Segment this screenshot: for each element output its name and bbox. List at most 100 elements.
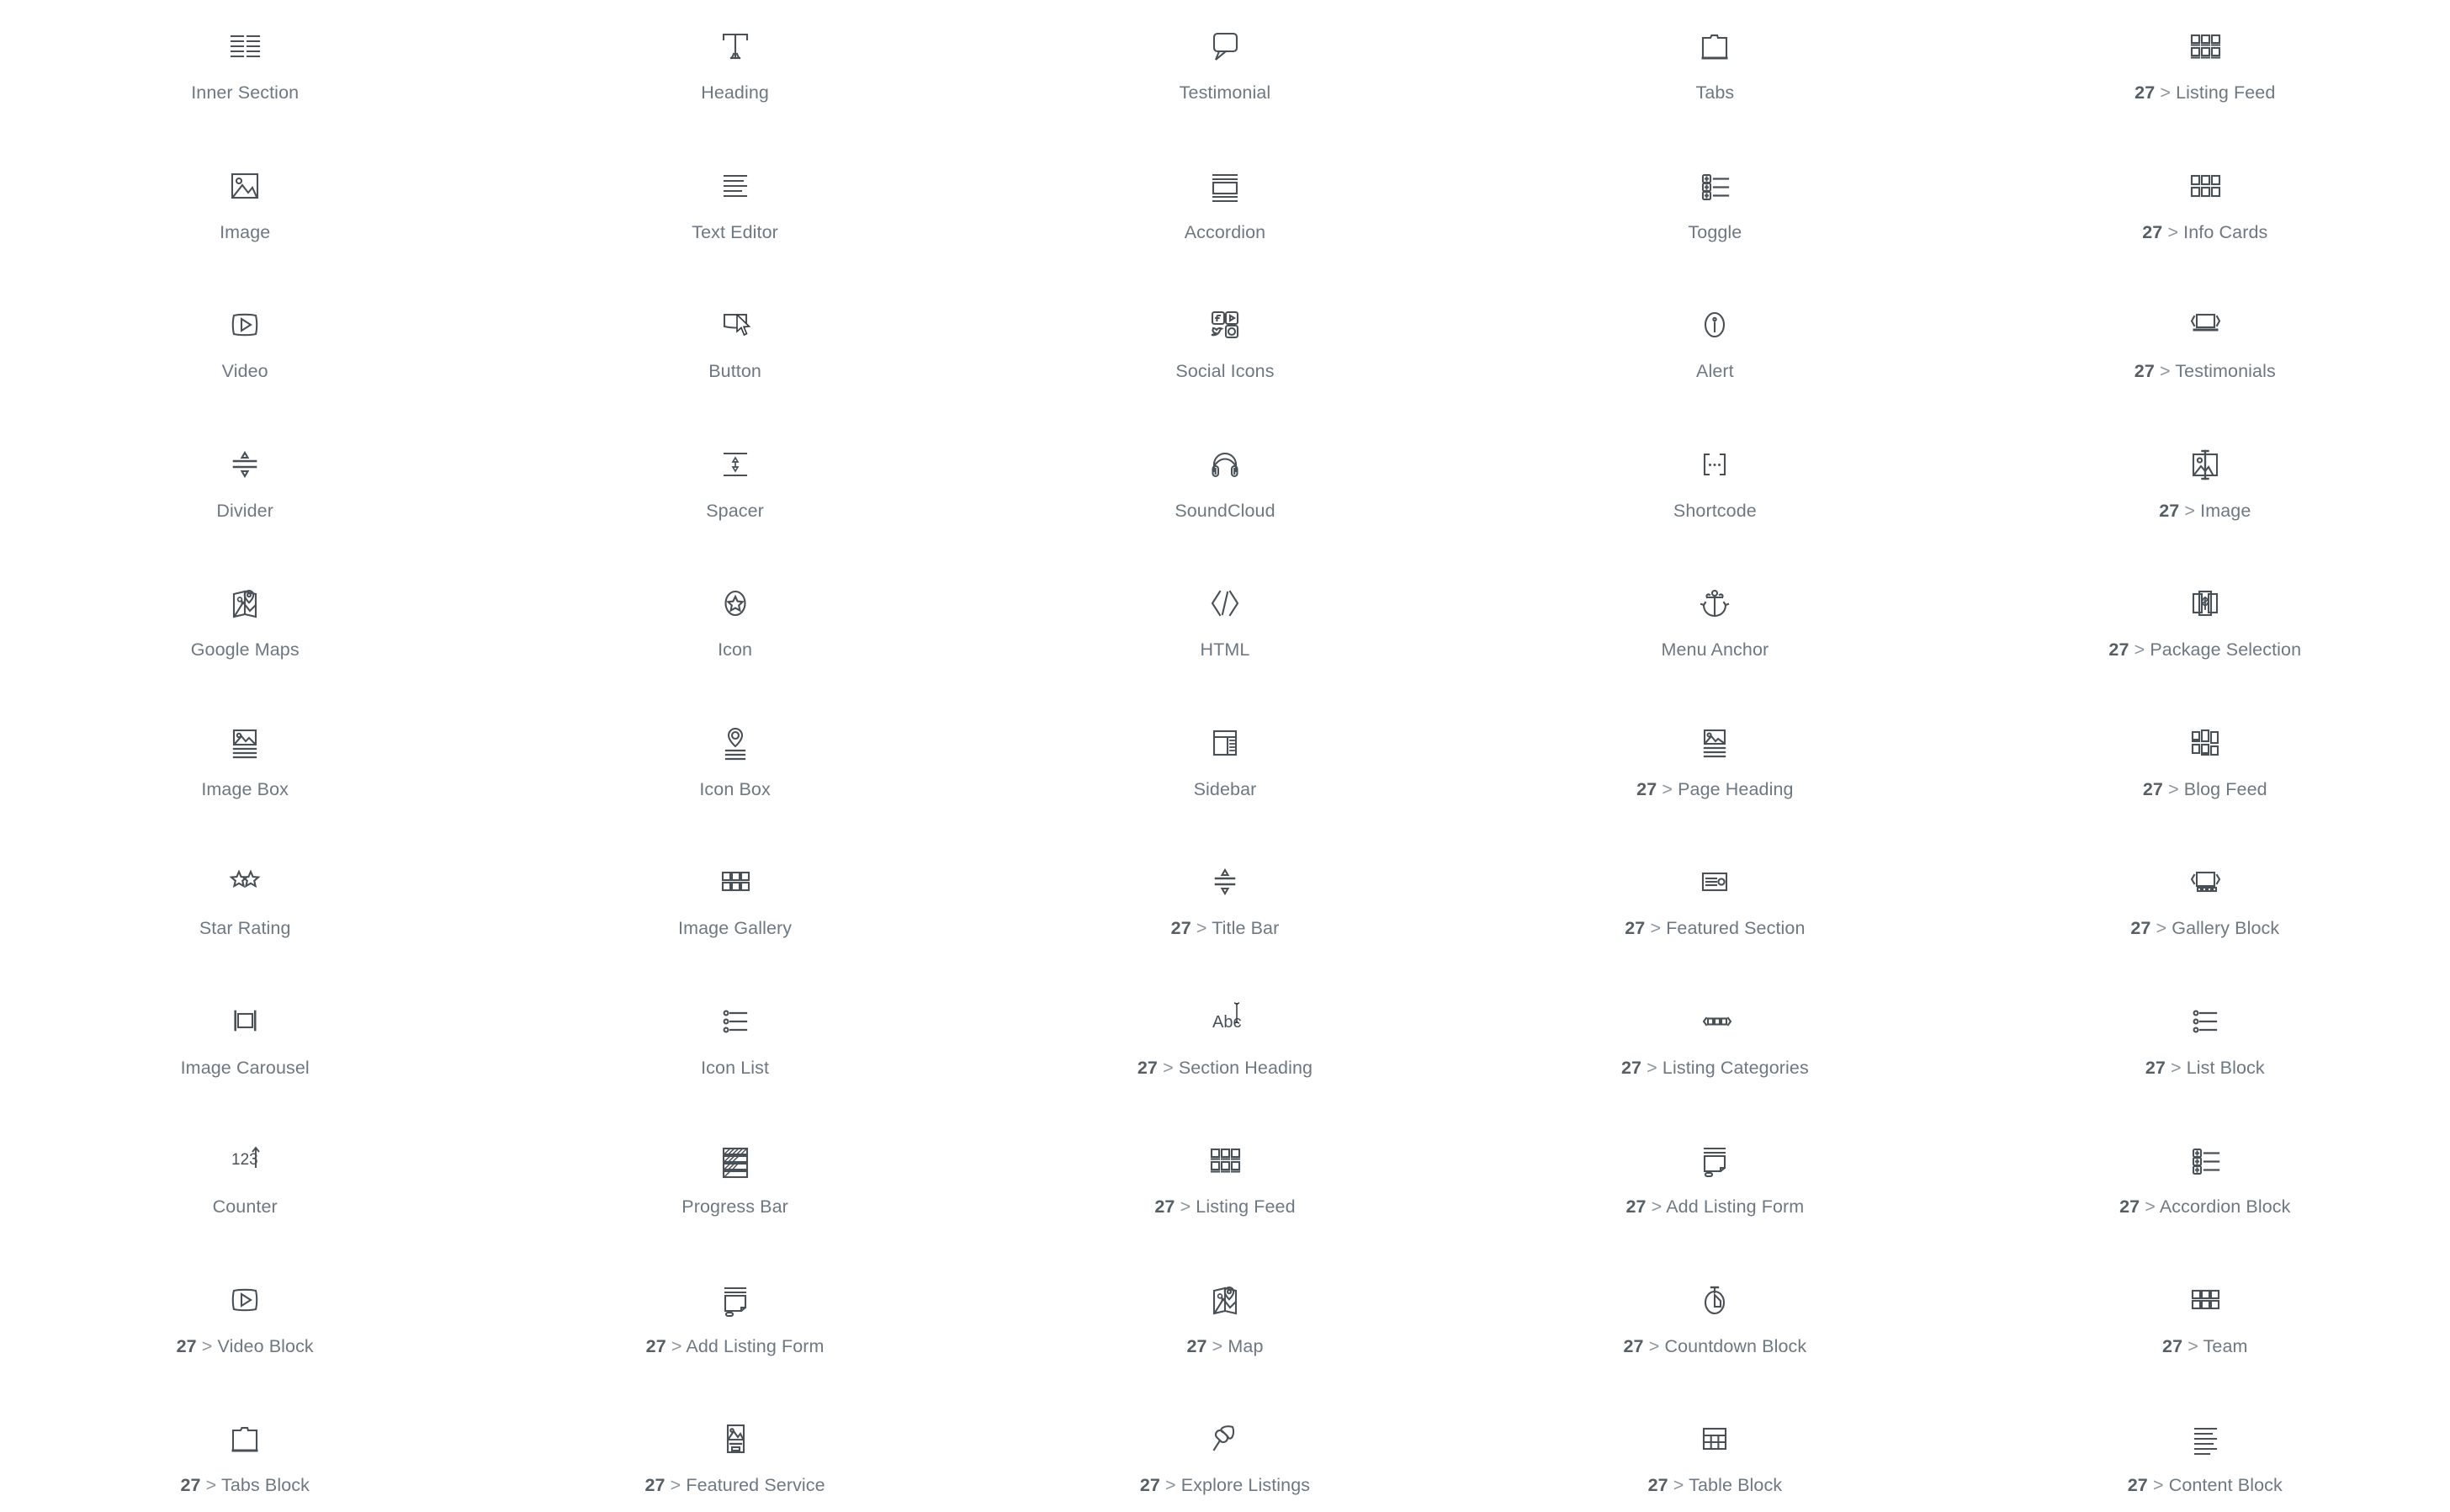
widget-tile[interactable]: Icon List [490, 978, 980, 1117]
widget-tile[interactable]: 27 > Add Listing Form [490, 1256, 980, 1396]
widget-tile[interactable]: Alert [1470, 282, 1960, 422]
widget-tile[interactable]: Toggle [1470, 142, 1960, 282]
widget-label-separator: > [1180, 1196, 1191, 1217]
widget-tile[interactable]: 27 > Gallery Block [1959, 839, 2450, 979]
widget-tile[interactable]: 27 > Featured Service [490, 1396, 980, 1512]
widget-tile[interactable]: Social Icons [979, 282, 1471, 422]
widget-tile[interactable]: 27 > Listing Feed [1959, 3, 2450, 143]
widget-tile[interactable]: Icon [490, 560, 980, 700]
widget-tile[interactable]: 27 > Explore Listings [979, 1396, 1471, 1512]
widget-tile[interactable]: Image Carousel [0, 978, 491, 1117]
widget-tile[interactable]: Sidebar [979, 699, 1471, 839]
widget-label-separator: > [1212, 1335, 1223, 1356]
widget-label-separator: > [1196, 918, 1207, 938]
widget-tile[interactable]: Tabs [1470, 3, 1960, 143]
widget-tile[interactable]: Icon Box [490, 699, 980, 839]
widget-label-text: Google Maps [190, 639, 300, 660]
widget-tile[interactable]: Shortcode [1470, 421, 1960, 560]
widget-tile[interactable]: 27 > Tabs Block [0, 1396, 491, 1512]
widget-tile[interactable]: 27 > Accordion Block [1959, 1117, 2450, 1257]
widget-label-text: Star Rating [199, 918, 291, 938]
table-icon [1689, 1413, 1741, 1465]
shortcode-icon [1689, 438, 1741, 491]
widget-tile[interactable]: 27 > Package Selection [1959, 560, 2450, 700]
widget-tile[interactable]: Progress Bar [490, 1117, 980, 1257]
widget-tile[interactable]: 27 > Map [979, 1256, 1471, 1396]
widget-label-separator: > [2160, 82, 2172, 103]
widget-label-separator: > [1673, 1475, 1684, 1495]
widget-label-text: Inner Section [191, 82, 300, 103]
image-gallery-icon [709, 856, 761, 908]
widget-label: 27 > Map [1186, 1335, 1263, 1357]
widget-tile[interactable]: Image Gallery [490, 839, 980, 979]
widget-label-separator: > [2152, 1475, 2164, 1495]
widget-tile[interactable]: Image Box [0, 699, 491, 839]
listing-feed-icon [1199, 1134, 1251, 1186]
widget-tile[interactable]: 27 > Blog Feed [1959, 699, 2450, 839]
widget-label-text: HTML [1200, 639, 1250, 660]
widget-tile[interactable]: 27 > Add Listing Form [1470, 1117, 1960, 1257]
widget-label-text: Tabs Block [220, 1475, 310, 1495]
google-maps-icon [219, 577, 271, 629]
widget-tile[interactable]: 27 > Info Cards [1959, 142, 2450, 282]
widget-tile[interactable]: Inner Section [0, 3, 491, 143]
widget-tile[interactable]: Abc 27 > Section Heading [979, 978, 1471, 1117]
widget-tile[interactable]: 27 > List Block [1959, 978, 2450, 1117]
widget-tile[interactable]: 27 > Countdown Block [1470, 1256, 1960, 1396]
widget-prefix-badge: 27 [1625, 918, 1646, 938]
widget-tile[interactable]: Divider [0, 421, 491, 560]
widget-tile[interactable]: Text Editor [490, 142, 980, 282]
widget-label-separator: > [1650, 918, 1662, 938]
widget-label-text: Team [2203, 1335, 2248, 1356]
widget-tile[interactable]: 27 > Title Bar [979, 839, 1471, 979]
widget-tile[interactable]: Google Maps [0, 560, 491, 700]
widget-label-text: Add Listing Form [1666, 1196, 1805, 1217]
widget-label: Toggle [1688, 222, 1742, 243]
spacer-icon [709, 438, 761, 491]
widget-tile[interactable]: Star Rating [0, 839, 491, 979]
widget-tile[interactable]: 27 > Team [1959, 1256, 2450, 1396]
widget-label: 27 > Team [2162, 1335, 2248, 1357]
widget-prefix-badge: 27 [645, 1335, 666, 1356]
widget-label-separator: > [2145, 1196, 2156, 1217]
widget-tile[interactable]: 27 > Table Block [1470, 1396, 1960, 1512]
widget-prefix-badge: 27 [1154, 1196, 1175, 1217]
widget-tile[interactable]: Spacer [490, 421, 980, 560]
social-icons-icon [1199, 299, 1251, 351]
widget-label: Testimonial [1180, 82, 1271, 103]
widget-tile[interactable]: 27 > Video Block [0, 1256, 491, 1396]
widget-tile[interactable]: 27 > Listing Feed [979, 1117, 1471, 1257]
sidebar-icon [1199, 717, 1251, 769]
widget-tile[interactable]: 123 Counter [0, 1117, 491, 1257]
widget-tile[interactable]: Testimonial [979, 3, 1471, 143]
widget-label: Shortcode [1673, 501, 1757, 522]
widget-tile[interactable]: 27 > Content Block [1959, 1396, 2450, 1512]
widget-tile[interactable]: SoundCloud [979, 421, 1471, 560]
widget-label-text: Video Block [217, 1335, 314, 1356]
widget-tile[interactable]: 27 > Image [1959, 421, 2450, 560]
widget-tile[interactable]: 27 > Featured Section [1470, 839, 1960, 979]
widget-label: Image [220, 222, 270, 243]
widget-tile[interactable]: HTML [979, 560, 1471, 700]
widget-label-text: Page Heading [1678, 778, 1794, 799]
widget-tile[interactable]: 27 > Listing Categories [1470, 978, 1960, 1117]
widget-prefix-badge: 27 [2130, 918, 2151, 938]
widget-tile[interactable]: Image [0, 142, 491, 282]
add-listing-form-icon [1689, 1134, 1741, 1186]
widget-label: HTML [1200, 639, 1250, 661]
widget-tile[interactable]: Button [490, 282, 980, 422]
widget-label-text: Blog Feed [2183, 778, 2267, 799]
widget-tile[interactable]: 27 > Testimonials [1959, 282, 2450, 422]
widget-tile[interactable]: Heading [490, 3, 980, 143]
widget-tile[interactable]: 27 > Page Heading [1470, 699, 1960, 839]
widget-tile[interactable]: Accordion [979, 142, 1471, 282]
widget-label-text: Package Selection [2150, 639, 2302, 660]
video-icon [219, 1274, 271, 1326]
widget-tile[interactable]: Video [0, 282, 491, 422]
widget-label: 27 > Listing Categories [1621, 1058, 1809, 1079]
widget-grid: Inner Section Heading Testimonial Tabs 2… [0, 0, 2450, 1512]
widget-label: 27 > Testimonials [2134, 361, 2276, 382]
widget-tile[interactable]: Menu Anchor [1470, 560, 1960, 700]
widget-label: Counter [213, 1196, 278, 1218]
widget-label: 27 > Accordion Block [2119, 1196, 2290, 1218]
